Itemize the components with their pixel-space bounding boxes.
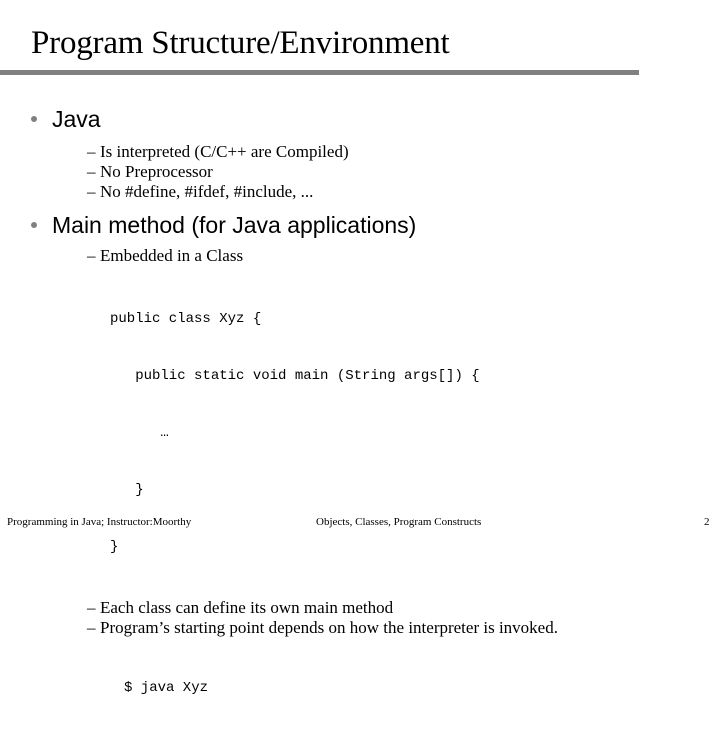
slide-body: Java – Is interpreted (C/C++ are Compile… xyxy=(0,104,720,736)
sub-bullet-item: – Is interpreted (C/C++ are Compiled) xyxy=(0,142,720,162)
footer-topic: Objects, Classes, Program Constructs xyxy=(316,516,482,528)
code-line: … xyxy=(110,425,169,441)
sub-bullet-label: No #define, #ifdef, #include, ... xyxy=(100,182,314,201)
bullet-label-java: Java xyxy=(52,106,101,132)
footer-course-info: Programming in Java; Instructor:Moorthy xyxy=(7,516,192,528)
code-line: } xyxy=(110,482,144,498)
sub-bullet-item: – Embedded in a Class xyxy=(0,246,720,266)
sub-bullet-item: – No #define, #ifdef, #include, ... xyxy=(0,182,720,202)
bullet-item-main-method: Main method (for Java applications) xyxy=(0,210,720,240)
code-block-shell: $ java Xyz xyxy=(0,641,720,736)
dash-marker-icon: – xyxy=(87,598,96,617)
bullet-dot-icon xyxy=(31,222,37,228)
bullet-item-java: Java xyxy=(0,104,720,134)
dash-marker-icon: – xyxy=(87,142,96,161)
sub-bullet-item: – Program’s starting point depends on ho… xyxy=(0,618,720,638)
slide-canvas: { "slide": { "title": "Program Structure… xyxy=(0,0,720,696)
sub-bullet-label: Is interpreted (C/C++ are Compiled) xyxy=(100,142,349,161)
bullet-dot-icon xyxy=(31,116,37,122)
sub-bullet-label: No Preprocessor xyxy=(100,162,213,181)
footer-page-number: 2 xyxy=(704,516,710,528)
code-line: } xyxy=(110,539,119,555)
dash-marker-icon: – xyxy=(87,246,96,265)
code-line: public class Xyz { xyxy=(110,311,262,327)
bullet-label-main-method: Main method (for Java applications) xyxy=(52,212,417,238)
title-underline-rule xyxy=(0,70,639,75)
dash-marker-icon: – xyxy=(87,182,96,201)
sub-bullet-item: – No Preprocessor xyxy=(0,162,720,182)
page-title: Program Structure/Environment xyxy=(31,25,450,61)
sub-bullet-label: Embedded in a Class xyxy=(100,246,244,265)
sub-bullet-item: – Each class can define its own main met… xyxy=(0,598,720,618)
code-line: $ java Xyz xyxy=(124,680,209,696)
code-block-class: public class Xyz { public static void ma… xyxy=(0,272,720,595)
sub-bullet-label: Program’s starting point depends on how … xyxy=(100,618,558,637)
code-line: public static void main (String args[]) … xyxy=(110,368,480,384)
sub-bullet-label: Each class can define its own main metho… xyxy=(100,598,394,617)
dash-marker-icon: – xyxy=(87,618,96,637)
slide-footer: Programming in Java; Instructor:Moorthy … xyxy=(0,512,720,536)
dash-marker-icon: – xyxy=(87,162,96,181)
